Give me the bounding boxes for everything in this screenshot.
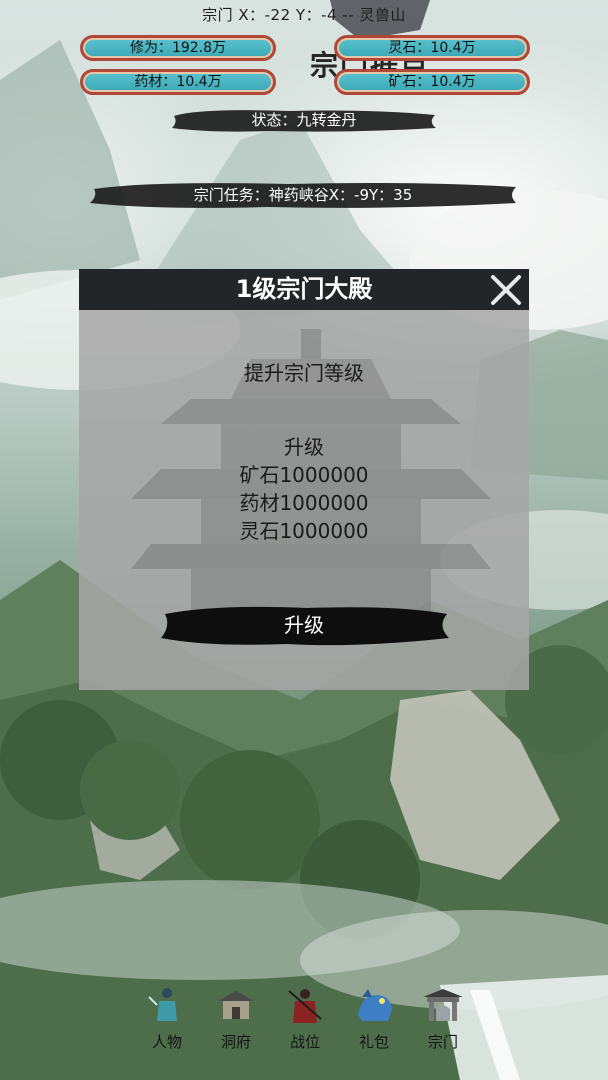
requirement-ore: 矿石1000000: [239, 463, 369, 487]
character-icon: [148, 988, 177, 1021]
bottom-nav: 人物 洞府 战位 礼包 宗门: [135, 985, 475, 1065]
sect-hall-dialog: 1级宗门大殿 提升宗门等级 升级 矿石1000000 药材1000000 灵石1…: [79, 269, 529, 690]
requirement-herbs: 药材1000000: [239, 491, 369, 515]
warrior-icon: [288, 989, 322, 1023]
status-banner: 状态：九转金丹: [170, 106, 438, 134]
dialog-title: 1级宗门大殿: [235, 275, 373, 303]
stat-herbs: 药材：10.4万: [80, 69, 276, 95]
dialog-header: 1级宗门大殿: [79, 269, 529, 310]
nav-gift-pack[interactable]: 礼包: [342, 985, 406, 1065]
sect-gate-icon: [423, 989, 463, 1021]
stat-ore-label: 矿石：10.4万: [388, 74, 476, 90]
cave-dwelling-icon: [218, 991, 254, 1019]
beast-gift-icon: [358, 989, 392, 1021]
upgrade-button[interactable]: 升级: [157, 602, 451, 648]
nav-battle-position[interactable]: 战位: [273, 985, 337, 1065]
stat-spirit-stone: 灵石：10.4万: [334, 35, 530, 61]
close-button[interactable]: [487, 272, 525, 308]
status-text: 状态：九转金丹: [251, 111, 357, 129]
nav-cave-dwelling-label: 洞府: [220, 1033, 251, 1051]
sect-task-banner[interactable]: 宗门任务：神药峡谷X：-9Y：35: [88, 179, 518, 211]
nav-cave-dwelling[interactable]: 洞府: [204, 985, 268, 1065]
stat-cultivation: 修为：192.8万: [80, 35, 276, 61]
nav-gift-pack-label: 礼包: [358, 1033, 389, 1051]
sect-coordinates-text: 宗门 X：-22 Y：-4 -- 灵兽山: [202, 6, 406, 24]
nav-character[interactable]: 人物: [135, 985, 199, 1065]
dialog-subtitle: 提升宗门等级: [244, 361, 364, 385]
close-icon: [491, 275, 521, 305]
requirement-spirit-stone: 灵石1000000: [239, 519, 369, 543]
nav-sect[interactable]: 宗门: [411, 985, 475, 1065]
upgrade-heading: 升级: [284, 435, 324, 459]
nav-sect-label: 宗门: [427, 1033, 458, 1051]
sect-task-text: 宗门任务：神药峡谷X：-9Y：35: [193, 186, 413, 204]
stat-cultivation-label: 修为：192.8万: [129, 40, 227, 56]
stat-spirit-stone-label: 灵石：10.4万: [388, 40, 476, 56]
nav-battle-position-label: 战位: [289, 1033, 320, 1051]
upgrade-requirements: 升级 矿石1000000 药材1000000 灵石1000000: [79, 433, 529, 545]
upgrade-button-label: 升级: [284, 613, 324, 637]
stat-ore: 矿石：10.4万: [334, 69, 530, 95]
stat-herbs-label: 药材：10.4万: [134, 74, 222, 90]
nav-character-label: 人物: [151, 1033, 182, 1051]
